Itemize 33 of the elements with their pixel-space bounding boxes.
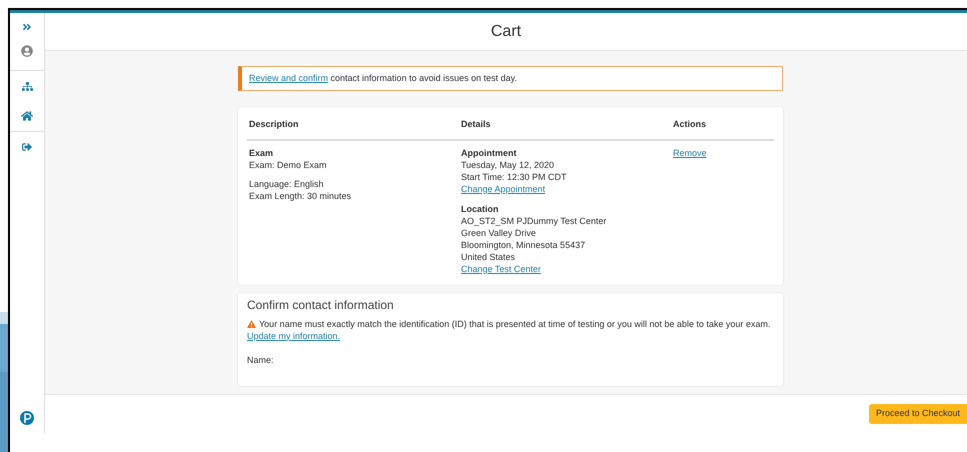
column-header: Actions [673, 118, 708, 131]
checkout-button[interactable]: Proceed to Checkout [868, 404, 967, 424]
location-detail: AO_ST2_SM PJDummy Test Center [461, 214, 606, 226]
home-icon[interactable] [21, 110, 33, 122]
change-appointment-link[interactable]: Change Appointment [461, 182, 546, 194]
location-detail: Bloomington, Minnesota 55437 [461, 238, 586, 250]
page-title: Cart [490, 22, 522, 42]
location-detail: United States [461, 250, 516, 262]
user-icon[interactable] [21, 45, 33, 57]
item-detail: Exam: Demo Exam [249, 158, 328, 170]
expand-icon[interactable] [22, 22, 32, 32]
item-title: Exam [249, 146, 274, 158]
item-detail: Exam Length: 30 minutes [249, 190, 352, 202]
field-label: Name: [247, 354, 274, 366]
warning-icon [247, 320, 256, 328]
location-detail: Green Valley Drive [461, 226, 536, 238]
column-header: Description [249, 118, 300, 131]
column-header: Details [461, 118, 492, 131]
alert-text: Review and confirm contact information to avoid issues on test day. [249, 72, 517, 85]
remove-link[interactable]: Remove [673, 146, 707, 158]
location-heading: Location [461, 202, 498, 214]
logo-icon [20, 410, 34, 426]
appointment-detail: Start Time: 12:30 PM CDT [461, 170, 567, 182]
warning-text: Your name must exactly match the identification (ID) that is presented at time of testing or you will not be able to take your exam. [259, 318, 770, 330]
appointment-detail: Tuesday, May 12, 2020 [461, 158, 554, 170]
appointment-heading: Appointment [461, 146, 516, 158]
sitemap-icon[interactable] [22, 80, 32, 92]
review-link[interactable]: Review and confirm [249, 72, 328, 83]
item-detail: Language: English [249, 178, 325, 190]
logout-icon[interactable] [22, 142, 32, 152]
change-center-link[interactable]: Change Test Center [461, 262, 541, 274]
section-title: Confirm contact information [247, 298, 394, 310]
update-info-link[interactable]: Update my information. [247, 330, 340, 342]
